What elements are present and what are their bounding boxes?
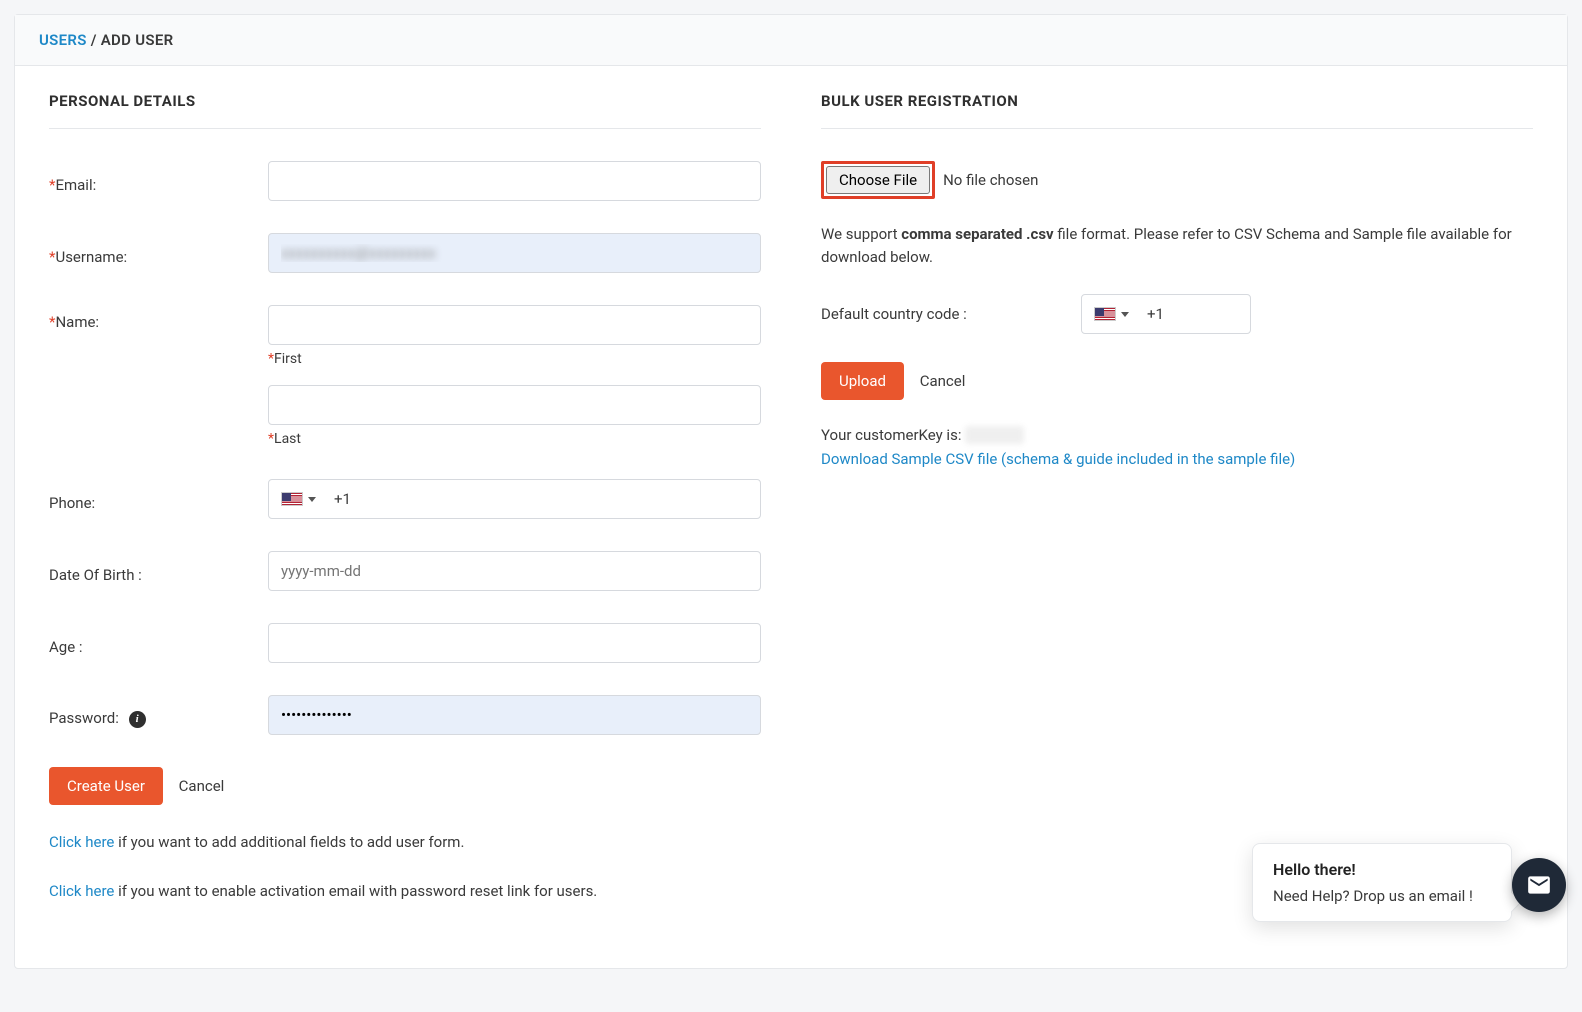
username-field[interactable] xyxy=(268,233,761,273)
first-name-field[interactable] xyxy=(268,305,761,345)
chevron-down-icon xyxy=(308,497,316,502)
last-sublabel: *Last xyxy=(268,431,761,447)
us-flag-icon xyxy=(281,492,303,506)
name-label: *Name: xyxy=(49,305,254,331)
first-sublabel: *First xyxy=(268,351,761,367)
cancel-button[interactable]: Cancel xyxy=(167,767,237,805)
chat-popup-body: Need Help? Drop us an email ! xyxy=(1273,887,1491,905)
us-flag-icon xyxy=(1094,307,1116,321)
breadcrumb-users-link[interactable]: USERS xyxy=(39,31,87,49)
last-name-field[interactable] xyxy=(268,385,761,425)
customer-key-value: XXXXX xyxy=(965,426,1024,444)
default-country-select[interactable]: +1 xyxy=(1081,294,1251,334)
phone-field[interactable]: +1 xyxy=(268,479,761,519)
click-here-activation-link[interactable]: Click here xyxy=(49,882,114,900)
phone-country-selector[interactable] xyxy=(269,492,328,506)
username-label: *Username: xyxy=(49,240,254,266)
chat-popup[interactable]: Hello there! Need Help? Drop us an email… xyxy=(1252,843,1512,922)
age-field[interactable] xyxy=(268,623,761,663)
email-field[interactable] xyxy=(268,161,761,201)
helper-activation-email: Click here if you want to enable activat… xyxy=(49,880,761,903)
phone-country-code: +1 xyxy=(328,490,351,508)
bulk-cancel-button[interactable]: Cancel xyxy=(908,362,978,400)
csv-support-text: We support comma separated .csv file for… xyxy=(821,223,1533,268)
email-label: *Email: xyxy=(49,168,254,194)
age-label: Age : xyxy=(49,630,254,656)
chevron-down-icon xyxy=(1121,312,1129,317)
breadcrumb: USERS / ADD USER xyxy=(15,15,1567,66)
breadcrumb-sep: / xyxy=(91,31,97,49)
upload-button[interactable]: Upload xyxy=(821,362,904,400)
dob-field[interactable] xyxy=(268,551,761,591)
mail-icon xyxy=(1526,872,1552,898)
phone-label: Phone: xyxy=(49,486,254,512)
choose-file-highlight: Choose File xyxy=(821,161,935,199)
default-country-label: Default country code : xyxy=(821,305,1061,323)
personal-details-title: PERSONAL DETAILS xyxy=(49,92,761,129)
helper-additional-fields: Click here if you want to add additional… xyxy=(49,831,761,854)
click-here-additional-link[interactable]: Click here xyxy=(49,833,114,851)
password-field[interactable] xyxy=(268,695,761,735)
create-user-button[interactable]: Create User xyxy=(49,767,163,805)
chat-fab-button[interactable] xyxy=(1512,858,1566,912)
breadcrumb-current: ADD USER xyxy=(101,31,174,49)
customer-key-text: Your customerKey is: XXXXX xyxy=(821,426,1533,444)
password-label: Password: i xyxy=(49,701,254,729)
choose-file-button[interactable]: Choose File xyxy=(826,166,930,194)
info-icon[interactable]: i xyxy=(129,711,146,728)
bulk-registration-title: BULK USER REGISTRATION xyxy=(821,92,1533,129)
file-status: No file chosen xyxy=(943,171,1038,189)
download-sample-link[interactable]: Download Sample CSV file (schema & guide… xyxy=(821,450,1295,468)
dob-label: Date Of Birth : xyxy=(49,558,254,584)
default-country-code: +1 xyxy=(1141,305,1164,323)
chat-popup-title: Hello there! xyxy=(1273,860,1491,879)
